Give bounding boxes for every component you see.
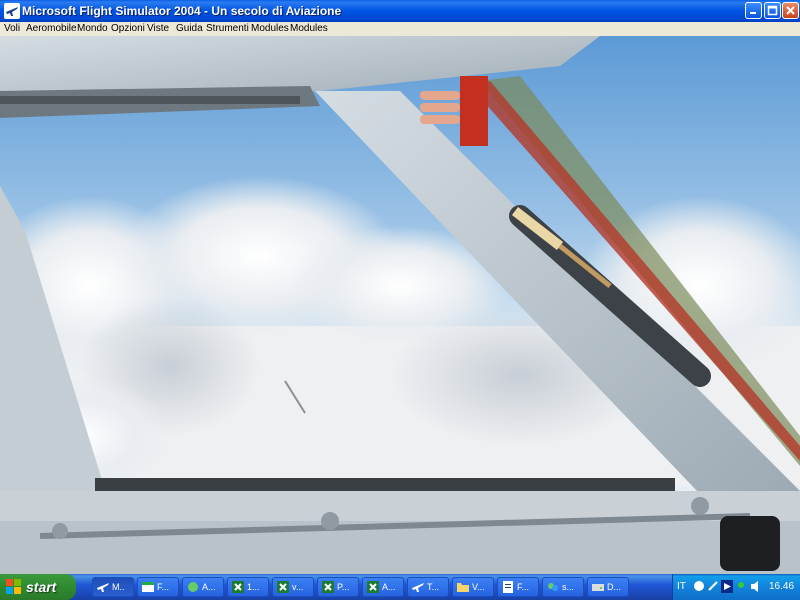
- taskbar-item-12[interactable]: D...: [587, 577, 629, 597]
- wireless-icon[interactable]: [707, 580, 719, 593]
- taskbar-item-11[interactable]: s...: [542, 577, 584, 597]
- start-label: start: [26, 579, 57, 595]
- messenger-icon[interactable]: [735, 580, 747, 593]
- window-title: Microsoft Flight Simulator 2004 - Un sec…: [22, 4, 342, 18]
- excel-icon: [367, 581, 379, 593]
- document-icon: [503, 581, 513, 593]
- language-indicator[interactable]: IT: [677, 574, 686, 600]
- menu-mondo[interactable]: Mondo: [77, 22, 108, 36]
- taskbar-item-flight-sim[interactable]: M..: [92, 577, 134, 597]
- cockpit-window-view: [0, 36, 800, 574]
- messenger-icon: [548, 583, 558, 591]
- windows-flag-icon: [6, 579, 21, 594]
- menu-viste[interactable]: Viste: [147, 22, 169, 36]
- close-icon: [786, 6, 795, 15]
- taskbar-item-10[interactable]: F...: [497, 577, 539, 597]
- clock[interactable]: 16.46: [769, 574, 794, 600]
- menu-strumenti[interactable]: Strumenti: [206, 22, 249, 36]
- menu-modules-2[interactable]: Modules: [290, 22, 328, 36]
- airplane-icon: [4, 3, 20, 19]
- maximize-button[interactable]: [764, 2, 781, 19]
- taskbar-item-9[interactable]: V...: [452, 577, 494, 597]
- folder-icon: [457, 583, 469, 592]
- maximize-icon: [767, 5, 778, 16]
- airplane-icon: [97, 583, 109, 592]
- window-title-bar[interactable]: Microsoft Flight Simulator 2004 - Un sec…: [0, 0, 800, 22]
- taskbar-item-5[interactable]: v...: [272, 577, 314, 597]
- network-icon: [188, 582, 198, 592]
- taskbar-item-4[interactable]: 1...: [227, 577, 269, 597]
- excel-icon: [322, 581, 334, 593]
- menu-aeromobile[interactable]: Aeromobile: [26, 22, 77, 36]
- window-icon: [142, 582, 154, 592]
- taskbar: start M.. F... A... 1... v... P... A... …: [0, 574, 800, 600]
- airplane-icon: [412, 583, 424, 592]
- taskbar-item-6[interactable]: P...: [317, 577, 359, 597]
- minimize-icon: [750, 12, 756, 14]
- taskbar-item-2[interactable]: F...: [137, 577, 179, 597]
- start-button[interactable]: start: [0, 574, 76, 600]
- menu-bar: Voli Aeromobile Mondo Opzioni Viste Guid…: [0, 22, 800, 36]
- excel-icon: [232, 581, 244, 593]
- taskbar-item-7[interactable]: A...: [362, 577, 404, 597]
- taskbar-item-8[interactable]: T...: [407, 577, 449, 597]
- menu-voli[interactable]: Voli: [4, 22, 20, 36]
- taskbar-item-3[interactable]: A...: [182, 577, 224, 597]
- menu-opzioni[interactable]: Opzioni: [111, 22, 145, 36]
- system-tray: IT 16.46: [672, 574, 800, 600]
- close-button[interactable]: [782, 2, 799, 19]
- menu-guida[interactable]: Guida: [176, 22, 203, 36]
- minimize-button[interactable]: [745, 2, 762, 19]
- drive-icon: [592, 584, 604, 591]
- volume-icon[interactable]: [749, 580, 761, 593]
- menu-modules-1[interactable]: Modules: [251, 22, 289, 36]
- media-player-icon[interactable]: [721, 580, 733, 593]
- cockpit-view[interactable]: [0, 36, 800, 574]
- network-icon[interactable]: [693, 580, 705, 593]
- excel-icon: [277, 581, 289, 593]
